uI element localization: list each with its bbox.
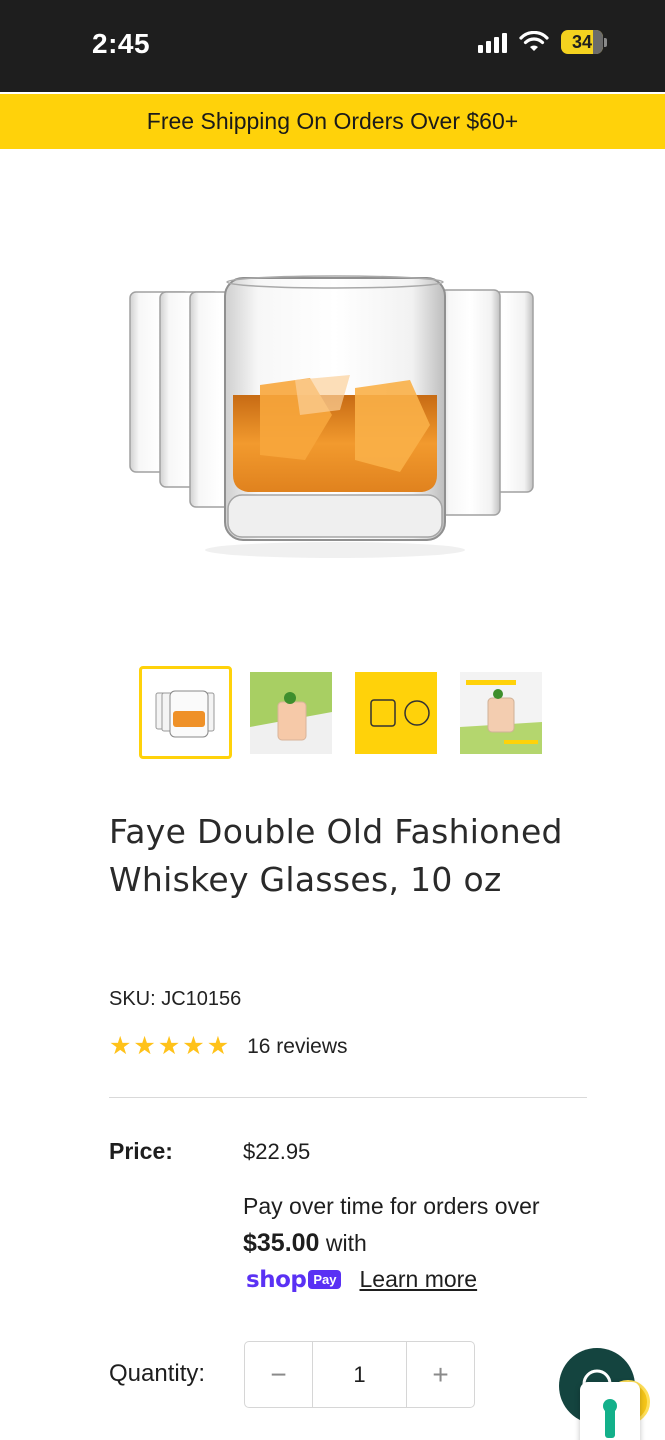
shop-pay-row: shop Pay Learn more xyxy=(246,1266,477,1293)
thumbnail-4[interactable] xyxy=(460,672,542,754)
divider xyxy=(109,1097,587,1098)
star-icon: ★ xyxy=(157,1032,181,1060)
installment-text: Pay over time for orders over $35.00 wit… xyxy=(243,1188,573,1262)
quantity-stepper: − 1 + xyxy=(244,1341,475,1408)
star-icon: ★ xyxy=(133,1032,156,1060)
shop-pay-logo: shop Pay xyxy=(246,1266,342,1293)
product-rating[interactable]: ★ ★ ★ ★ ★ 16 reviews xyxy=(109,1034,348,1059)
star-icon: ★ xyxy=(109,1032,132,1060)
quantity-increase-button[interactable]: + xyxy=(407,1342,474,1407)
thumbnail-2[interactable] xyxy=(250,672,332,754)
quantity-label: Quantity: xyxy=(109,1360,206,1387)
signal-icon xyxy=(478,31,507,53)
learn-more-link[interactable]: Learn more xyxy=(359,1266,477,1293)
thumbnail-3[interactable] xyxy=(355,672,437,754)
quantity-input[interactable]: 1 xyxy=(312,1342,407,1407)
price-label: Price: xyxy=(109,1138,173,1164)
status-time: 2:45 xyxy=(92,28,151,59)
star-rating: ★ ★ ★ ★ ★ xyxy=(109,1034,229,1059)
product-main-image[interactable] xyxy=(100,210,565,600)
reviews-link[interactable]: 16 reviews xyxy=(247,1035,347,1059)
installment-prefix: Pay over time for orders over xyxy=(243,1193,540,1219)
wifi-icon xyxy=(519,31,549,51)
product-sku: SKU: JC10156 xyxy=(109,988,242,1010)
installment-amount: $35.00 xyxy=(243,1229,320,1257)
promo-banner[interactable]: Free Shipping On Orders Over $60+ xyxy=(0,94,665,149)
product-title: Faye Double Old Fashioned Whiskey Glasse… xyxy=(109,812,563,899)
promo-text: Free Shipping On Orders Over $60+ xyxy=(146,108,519,134)
status-bar: 2:45 34 xyxy=(0,0,665,92)
lock-icon xyxy=(603,1399,617,1438)
battery-icon: 34 xyxy=(561,30,607,54)
price-value: $22.95 xyxy=(243,1139,311,1164)
battery-level: 34 xyxy=(571,31,593,52)
quantity-decrease-button[interactable]: − xyxy=(245,1342,312,1407)
star-icon: ★ xyxy=(206,1032,230,1060)
shop-pay-word: shop xyxy=(246,1266,307,1293)
shop-pay-badge: Pay xyxy=(308,1270,342,1289)
lock-widget[interactable] xyxy=(580,1382,640,1440)
star-icon: ★ xyxy=(182,1032,205,1060)
installment-suffix: with xyxy=(319,1230,367,1256)
status-icons: 34 xyxy=(478,30,607,54)
thumbnail-1[interactable] xyxy=(139,666,232,759)
